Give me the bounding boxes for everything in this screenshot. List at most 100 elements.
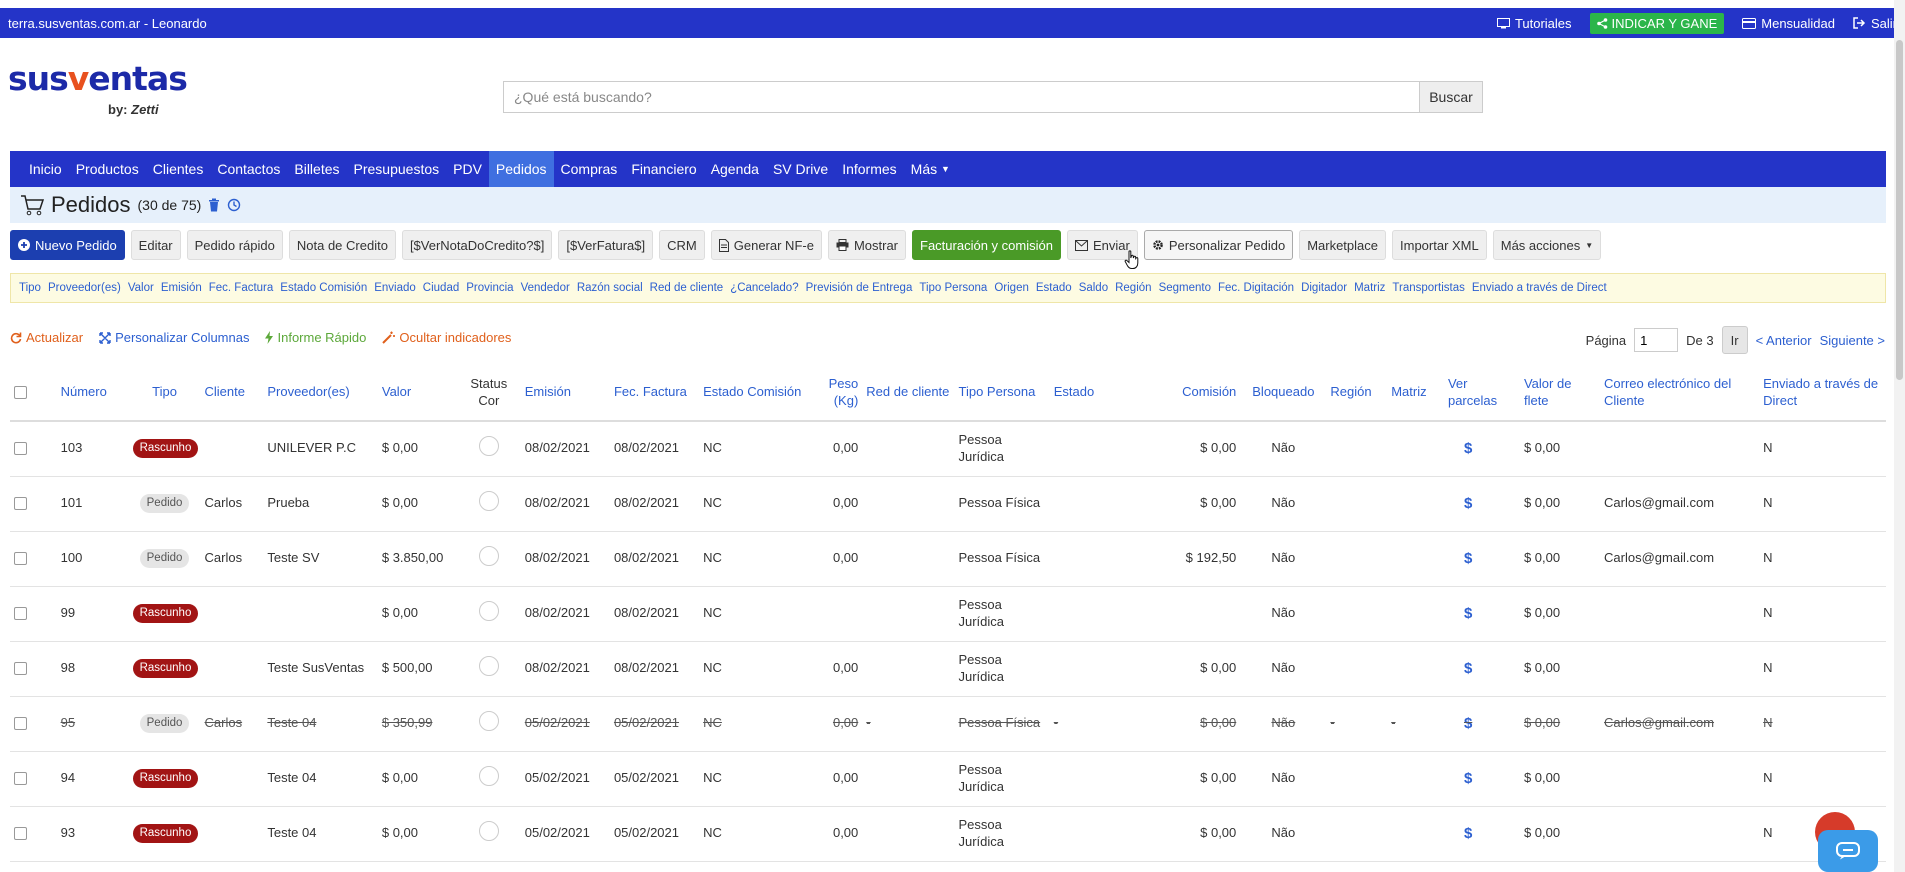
row-checkbox[interactable] — [14, 497, 27, 511]
filter-ciudad[interactable]: Ciudad — [423, 282, 459, 294]
status-color-circle[interactable] — [478, 711, 499, 732]
status-color-circle[interactable] — [478, 766, 499, 787]
col-bloqueado[interactable]: Bloqueado — [1240, 365, 1327, 422]
col-red-cliente[interactable]: Red de cliente — [862, 365, 955, 422]
col-estado[interactable]: Estado — [1049, 365, 1165, 422]
filter-cancelado[interactable]: ¿Cancelado? — [730, 282, 798, 294]
col-fec-factura[interactable]: Fec. Factura — [609, 365, 700, 422]
filter-red-cliente[interactable]: Red de cliente — [650, 282, 724, 294]
ver-fatura-button[interactable]: [$VerFatura$] — [558, 230, 654, 260]
col-region[interactable]: Región — [1326, 365, 1388, 422]
table-row[interactable]: 101 Pedido Carlos Prueba $ 0,00 08/02/20… — [10, 476, 1886, 532]
ver-parcelas-icon[interactable]: $ — [1464, 605, 1472, 622]
status-color-circle[interactable] — [478, 546, 499, 567]
nav-productos[interactable]: Productos — [69, 151, 146, 187]
nav-mas[interactable]: Más ▼ — [904, 151, 957, 187]
page-number-input[interactable] — [1634, 328, 1679, 352]
filter-provincia[interactable]: Provincia — [466, 282, 513, 294]
nav-billetes[interactable]: Billetes — [287, 151, 346, 187]
nav-informes[interactable]: Informes — [835, 151, 903, 187]
trash-icon[interactable] — [208, 198, 220, 212]
row-checkbox[interactable] — [14, 662, 27, 676]
crm-button[interactable]: CRM — [659, 230, 705, 260]
nav-sv-drive[interactable]: SV Drive — [766, 151, 835, 187]
row-checkbox[interactable] — [14, 827, 27, 841]
filter-segmento[interactable]: Segmento — [1159, 282, 1211, 294]
col-valor-flete[interactable]: Valor de flete — [1519, 365, 1601, 422]
table-row[interactable]: 100 Pedido Carlos Teste SV $ 3.850,00 08… — [10, 531, 1886, 587]
col-numero[interactable]: Número — [56, 365, 129, 422]
generar-nfe-button[interactable]: Generar NF-e — [710, 230, 822, 260]
select-all-checkbox-cell[interactable] — [10, 365, 57, 422]
table-row[interactable]: 98 Rascunho Teste SusVentas $ 500,00 08/… — [10, 641, 1886, 697]
editar-button[interactable]: Editar — [130, 230, 181, 260]
filter-transportistas[interactable]: Transportistas — [1392, 282, 1464, 294]
ocultar-indicadores-link[interactable]: Ocultar indicadores — [382, 330, 511, 345]
filter-enviado[interactable]: Enviado — [374, 282, 416, 294]
next-page-link[interactable]: Siguiente > — [1820, 333, 1885, 348]
table-row[interactable]: 93 Rascunho Teste 04 $ 0,00 05/02/2021 0… — [10, 806, 1886, 862]
nota-credito-button[interactable]: Nota de Credito — [288, 230, 396, 260]
col-cliente[interactable]: Cliente — [200, 365, 264, 422]
filter-prevision-entrega[interactable]: Previsión de Entrega — [806, 282, 913, 294]
ver-parcelas-icon[interactable]: $ — [1464, 440, 1472, 457]
status-color-circle[interactable] — [478, 821, 499, 842]
filter-razon-social[interactable]: Razón social — [577, 282, 643, 294]
nav-compras[interactable]: Compras — [554, 151, 625, 187]
col-valor[interactable]: Valor — [377, 365, 457, 422]
nav-pedidos[interactable]: Pedidos — [488, 151, 554, 187]
nav-clientes[interactable]: Clientes — [146, 151, 211, 187]
col-peso[interactable]: Peso (Kg) — [815, 365, 863, 422]
row-checkbox-cell[interactable] — [10, 586, 57, 642]
row-checkbox[interactable] — [14, 442, 27, 456]
table-row[interactable]: 95 Pedido Carlos Teste 04 $ 350,99 05/02… — [10, 696, 1886, 752]
status-color-circle[interactable] — [478, 436, 499, 457]
ver-parcelas-icon[interactable]: $ — [1464, 660, 1472, 677]
marketplace-button[interactable]: Marketplace — [1299, 230, 1386, 260]
col-ver-parcelas[interactable]: Ver parcelas — [1443, 365, 1520, 422]
nuevo-pedido-button[interactable]: Nuevo Pedido — [10, 230, 125, 260]
row-checkbox-cell[interactable] — [10, 641, 57, 697]
facturacion-comision-button[interactable]: Facturación y comisión — [912, 230, 1061, 260]
col-emision[interactable]: Emisión — [520, 365, 610, 422]
filter-proveedores[interactable]: Proveedor(es) — [48, 282, 121, 294]
filter-fec-factura[interactable]: Fec. Factura — [209, 282, 274, 294]
filter-valor[interactable]: Valor — [128, 282, 154, 294]
ver-parcelas-icon[interactable]: $ — [1464, 770, 1472, 787]
filter-origen[interactable]: Origen — [994, 282, 1029, 294]
indicar-y-gane-button[interactable]: INDICAR Y GANE — [1589, 12, 1725, 34]
go-page-button[interactable]: Ir — [1721, 326, 1748, 354]
ver-parcelas-icon[interactable]: $ — [1464, 495, 1472, 512]
chat-widget-button[interactable] — [1818, 830, 1878, 872]
row-checkbox[interactable] — [14, 772, 27, 786]
col-estado-comision[interactable]: Estado Comisión — [699, 365, 816, 422]
ver-parcelas-icon[interactable]: $ — [1464, 715, 1472, 732]
personalizar-columnas-link[interactable]: Personalizar Columnas — [99, 330, 249, 345]
col-correo[interactable]: Correo electrónico del Cliente — [1600, 365, 1760, 422]
col-enviado-direct[interactable]: Enviado a través de Direct — [1759, 365, 1886, 422]
page-scrollbar[interactable] — [1894, 0, 1905, 872]
nav-financiero[interactable]: Financiero — [624, 151, 703, 187]
nav-pdv[interactable]: PDV — [446, 151, 489, 187]
row-checkbox-cell[interactable] — [10, 806, 57, 862]
filter-enviado-direct[interactable]: Enviado a través de Direct — [1472, 282, 1607, 294]
filter-region[interactable]: Región — [1115, 282, 1151, 294]
tutoriales-link[interactable]: Tutoriales — [1496, 16, 1572, 31]
importar-xml-button[interactable]: Importar XML — [1392, 230, 1487, 260]
row-checkbox-cell[interactable] — [10, 696, 57, 752]
nav-contactos[interactable]: Contactos — [210, 151, 287, 187]
col-tipo[interactable]: Tipo — [128, 365, 201, 422]
filter-estado[interactable]: Estado — [1036, 282, 1072, 294]
row-checkbox[interactable] — [14, 717, 27, 731]
col-tipo-persona[interactable]: Tipo Persona — [954, 365, 1050, 422]
ver-parcelas-icon[interactable]: $ — [1464, 825, 1472, 842]
actualizar-link[interactable]: Actualizar — [10, 330, 83, 345]
col-comision[interactable]: Comisión — [1164, 365, 1241, 422]
personalizar-pedido-button[interactable]: Personalizar Pedido — [1143, 230, 1294, 260]
col-matriz[interactable]: Matriz — [1387, 365, 1444, 422]
filter-digitador[interactable]: Digitador — [1301, 282, 1347, 294]
history-icon[interactable] — [227, 198, 241, 212]
row-checkbox-cell[interactable] — [10, 751, 57, 807]
nav-presupuestos[interactable]: Presupuestos — [347, 151, 447, 187]
filter-tipo[interactable]: Tipo — [19, 282, 41, 294]
